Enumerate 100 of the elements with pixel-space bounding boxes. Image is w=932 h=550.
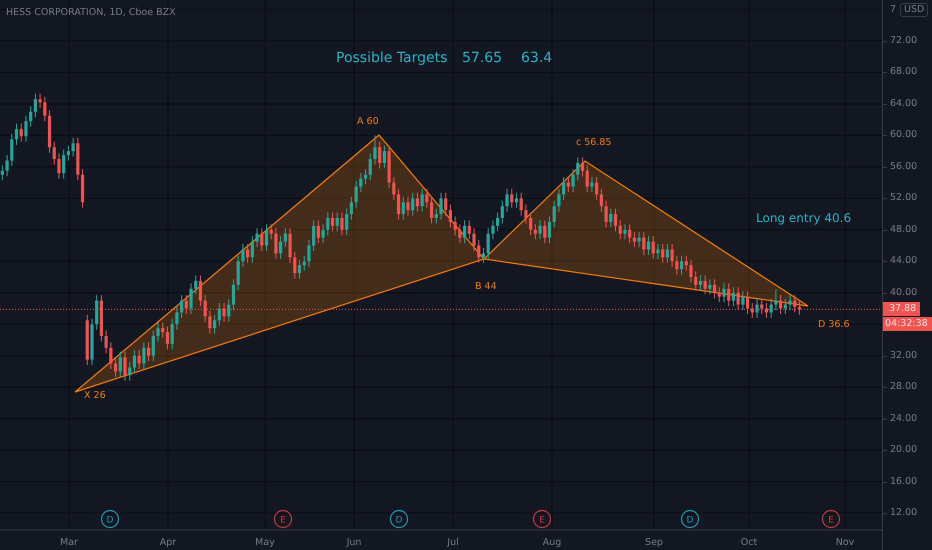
candlestick	[109, 342, 112, 370]
candlestick	[114, 358, 118, 378]
candlestick	[274, 228, 278, 260]
candlestick	[166, 326, 170, 350]
candlestick	[264, 224, 268, 252]
candlestick	[477, 240, 480, 264]
time-tick-label: Apr	[160, 537, 176, 548]
candlestick	[566, 176, 570, 193]
candlestick	[24, 115, 28, 142]
candlestick	[402, 196, 405, 220]
price-tick-label: 20.00	[890, 444, 918, 456]
candlestick	[396, 188, 400, 220]
candlestick	[194, 274, 198, 295]
candlestick	[359, 172, 362, 193]
candlestick	[462, 220, 466, 244]
price-tick-label: 56.00	[890, 160, 918, 173]
candlestick	[732, 286, 736, 307]
candlestick	[618, 220, 622, 240]
candlestick	[378, 141, 382, 169]
candlestick	[170, 318, 174, 350]
time-tick-label: Sep	[645, 537, 663, 548]
candlestick	[52, 141, 56, 165]
candlestick	[741, 290, 744, 311]
pattern-label: B 44	[475, 281, 497, 292]
candlestick	[302, 255, 306, 272]
candlestick	[689, 259, 693, 284]
dividend-marker[interactable]: D	[680, 510, 700, 528]
candlestick	[241, 243, 245, 268]
candlestick	[298, 259, 302, 280]
candlestick	[448, 204, 452, 228]
candlestick	[520, 192, 523, 216]
candlestick	[250, 236, 254, 264]
candlestick	[580, 156, 584, 177]
candlestick	[524, 204, 528, 224]
price-tick-label: 44.00	[890, 255, 918, 268]
dividend-marker[interactable]: D	[390, 510, 408, 528]
candlestick	[307, 240, 311, 268]
last-price-label: 37.88	[883, 302, 920, 316]
earnings-marker[interactable]: E	[532, 510, 552, 528]
candlestick	[770, 298, 773, 318]
price-tick-label: 52.00	[890, 192, 918, 204]
candlestick	[632, 232, 636, 248]
price-tick-label: 7	[890, 4, 896, 16]
candlestick	[444, 192, 448, 216]
candlestick	[652, 236, 655, 260]
candlestick	[204, 294, 207, 322]
candlestick	[529, 212, 532, 236]
candlestick	[557, 188, 561, 212]
candlestick	[486, 228, 490, 260]
candlestick	[152, 330, 155, 362]
dividend-marker[interactable]: D	[100, 510, 120, 528]
target-value: 63.4	[521, 50, 552, 66]
earnings-marker[interactable]: E	[274, 510, 292, 528]
time-tick-label: Nov	[836, 537, 854, 548]
candlestick	[34, 93, 37, 118]
candlestick	[316, 220, 320, 244]
candlestick	[793, 294, 796, 313]
candlestick	[656, 243, 660, 260]
candlestick	[227, 298, 230, 322]
candlestick	[20, 123, 23, 142]
candlestick	[755, 298, 759, 318]
time-tick-label: Mar	[60, 537, 78, 548]
price-tick-label: 48.00	[890, 224, 918, 236]
candlestick	[746, 290, 750, 314]
earnings-marker[interactable]: E	[822, 510, 840, 528]
candlestick	[562, 176, 566, 200]
candlestick	[29, 106, 32, 128]
candlestick	[434, 208, 438, 224]
candlestick	[586, 164, 589, 193]
candlestick	[552, 200, 556, 228]
time-tick-label: Aug	[542, 537, 562, 548]
candlestick	[236, 255, 240, 291]
chart-title: HESS CORPORATION, 1D, Cboe BZX	[6, 7, 176, 18]
candlestick	[590, 176, 594, 193]
candlestick	[600, 188, 603, 212]
candlestick	[293, 251, 296, 280]
candlestick	[704, 274, 707, 295]
candlestick	[698, 274, 702, 291]
currency-badge[interactable]: USD	[900, 3, 928, 17]
candlestick	[736, 286, 740, 311]
price-tick-label: 64.00	[890, 98, 918, 110]
candlestick	[38, 93, 42, 108]
candlestick	[500, 200, 504, 224]
target-value: 57.65	[462, 50, 502, 66]
candlestick	[132, 350, 136, 374]
price-tick-label: 32.00	[890, 350, 918, 362]
candlestick	[439, 192, 443, 220]
candlestick	[661, 243, 664, 264]
candlestick	[246, 243, 250, 264]
candlestick	[66, 145, 70, 162]
candlestick	[760, 298, 764, 314]
candlestick	[718, 286, 721, 303]
candlestick	[788, 294, 792, 311]
candlestick	[62, 149, 66, 180]
candlestick	[670, 243, 674, 268]
candlestick	[694, 270, 698, 291]
countdown-label: 04:32:38	[883, 317, 932, 332]
candlestick	[128, 361, 132, 382]
candlestick	[364, 168, 368, 185]
price-tick-label: 28.00	[890, 381, 918, 394]
